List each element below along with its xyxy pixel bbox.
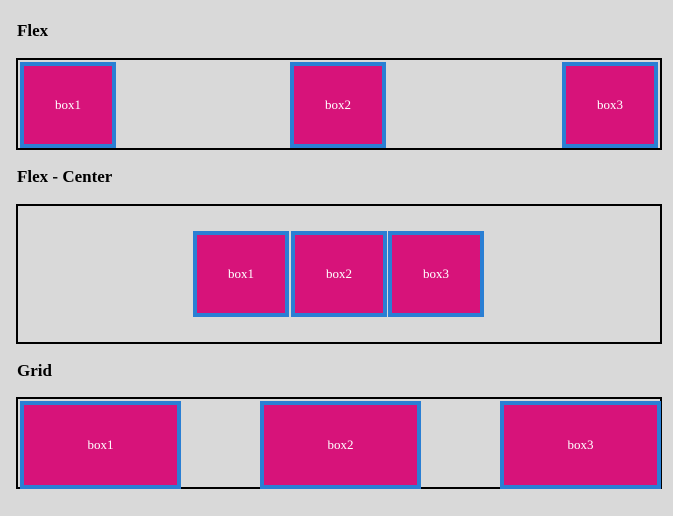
flex-center-box-2: box2: [291, 231, 387, 317]
section-heading-flex: Flex: [17, 21, 49, 40]
section-heading-flex-center: Flex - Center: [17, 167, 113, 186]
flex-box-2: box2: [290, 62, 386, 148]
grid-box-2: box2: [260, 401, 421, 489]
flex-box-3: box3: [562, 62, 658, 148]
flex-container: box1 box2 box3: [16, 58, 662, 150]
grid-box-3: box3: [500, 401, 661, 489]
flex-center-container: box1 box2 box3: [16, 204, 662, 344]
flex-box-1: box1: [20, 62, 116, 148]
flex-center-box-1: box1: [193, 231, 289, 317]
section-heading-grid: Grid: [17, 361, 52, 380]
grid-container: box1 box2 box3: [16, 397, 662, 489]
grid-box-1: box1: [20, 401, 181, 489]
flex-center-box-3: box3: [388, 231, 484, 317]
